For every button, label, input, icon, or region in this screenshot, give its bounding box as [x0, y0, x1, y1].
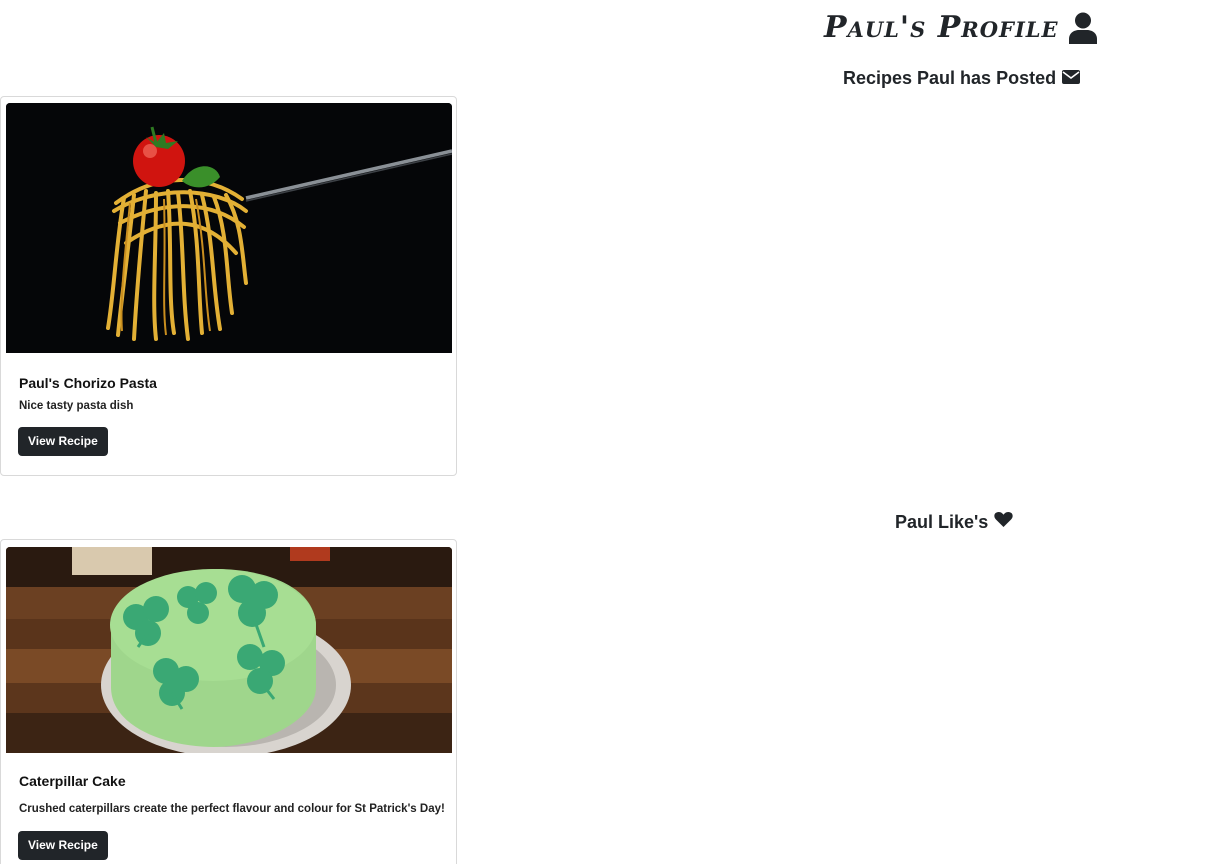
page-title-text: Paul's Profile — [824, 10, 1059, 45]
posted-recipes-heading-text: Recipes Paul has Posted — [843, 68, 1057, 88]
view-recipe-button[interactable]: View Recipe — [18, 427, 108, 456]
page-title: Paul's Profile — [824, 10, 1097, 46]
envelope-icon — [1062, 67, 1081, 89]
profile-page: Paul's Profile Recipes Paul has Posted P… — [0, 0, 1224, 864]
liked-recipes-heading-text: Paul Like's — [895, 512, 989, 532]
recipe-card-title: Caterpillar Cake — [19, 773, 126, 789]
recipe-card-description: Nice tasty pasta dish — [19, 400, 134, 412]
heart-icon — [994, 511, 1013, 533]
posted-recipes-heading: Recipes Paul has Posted — [843, 67, 1081, 89]
liked-recipes-heading: Paul Like's — [895, 511, 1013, 533]
recipe-card: Caterpillar Cake Crushed caterpillars cr… — [0, 539, 457, 864]
recipe-card-title: Paul's Chorizo Pasta — [19, 375, 157, 391]
recipe-image-pasta — [6, 103, 452, 353]
recipe-card: Paul's Chorizo Pasta Nice tasty pasta di… — [0, 96, 457, 476]
view-recipe-button[interactable]: View Recipe — [18, 831, 108, 860]
recipe-card-description: Crushed caterpillars create the perfect … — [19, 803, 445, 815]
recipe-image-cake — [6, 547, 452, 753]
user-icon — [1068, 12, 1097, 44]
